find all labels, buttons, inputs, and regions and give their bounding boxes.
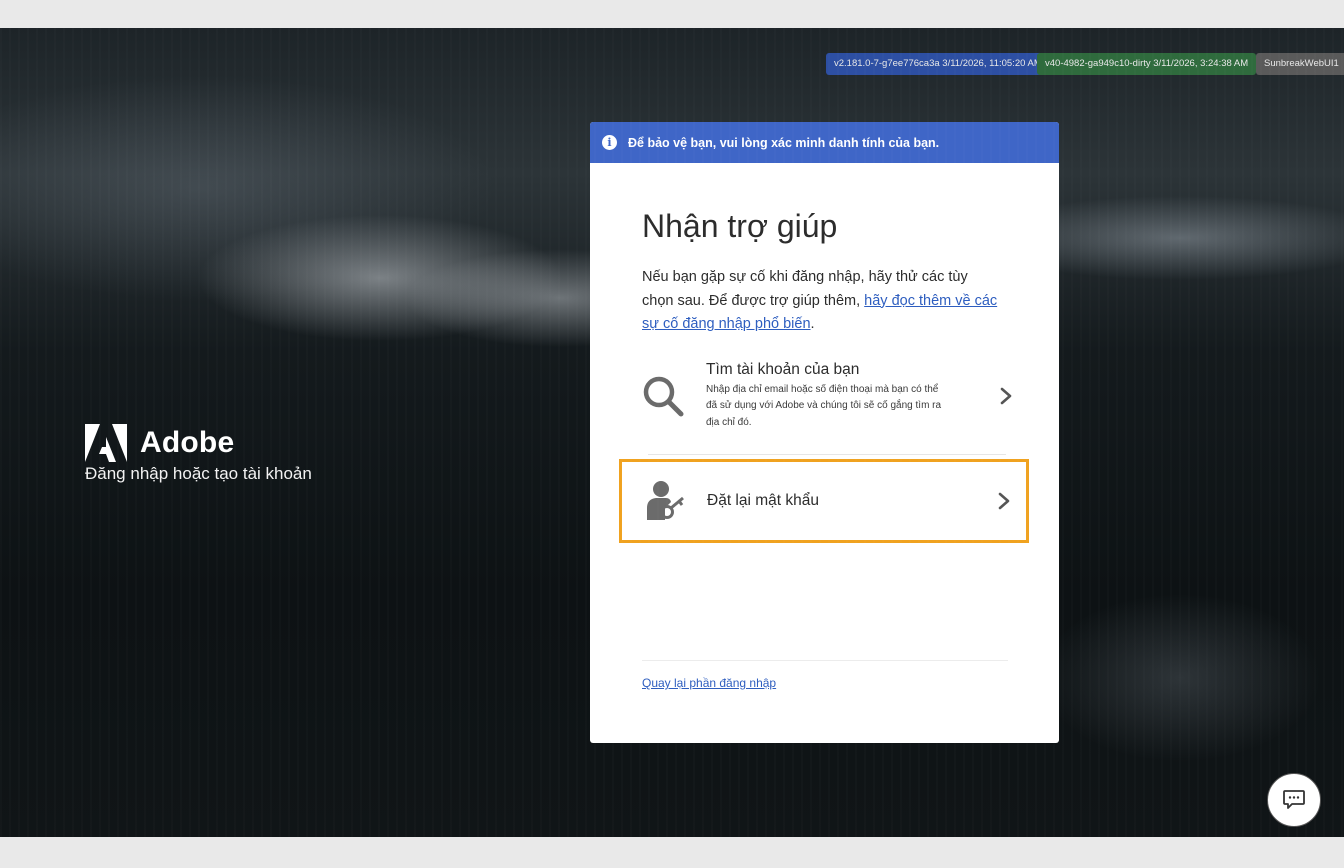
chat-button[interactable] xyxy=(1267,773,1321,827)
reset-password-option[interactable]: Đặt lại mật khẩu xyxy=(619,459,1029,543)
build-version-badge: v2.181.0-7-g7ee776ca3a 3/11/2026, 11:05:… xyxy=(826,53,1050,75)
info-icon: i xyxy=(602,135,617,150)
brand-block: Adobe Đăng nhập hoặc tạo tài khoản xyxy=(85,424,312,484)
reset-password-title: Đặt lại mật khẩu xyxy=(707,492,819,509)
option-divider xyxy=(648,454,1006,455)
find-account-subtitle: Nhập địa chỉ email hoặc số điện thoại mà… xyxy=(706,383,942,428)
environment-badge: SunbreakWebUI1 xyxy=(1256,53,1344,75)
brand-tagline: Đăng nhập hoặc tạo tài khoản xyxy=(85,464,312,483)
chevron-right-icon xyxy=(998,492,1010,510)
search-icon xyxy=(643,376,684,417)
background-stage: v2.181.0-7-g7ee776ca3a 3/11/2026, 11:05:… xyxy=(0,28,1344,837)
user-key-icon xyxy=(647,481,684,520)
chevron-right-icon xyxy=(1000,387,1012,405)
help-description: Nếu bạn gặp sự cố khi đăng nhập, hãy thử… xyxy=(642,266,1002,337)
page-title: Nhận trợ giúp xyxy=(642,208,838,244)
verify-notice-banner: i Để bảo vệ bạn, vui lòng xác minh danh … xyxy=(590,122,1059,163)
build-version-badge-secondary: v40-4982-ga949c10-dirty 3/11/2026, 3:24:… xyxy=(1037,53,1257,75)
find-account-option[interactable]: Tìm tài khoản của bạn Nhập địa chỉ email… xyxy=(642,358,1012,434)
find-account-title: Tìm tài khoản của bạn xyxy=(706,360,860,378)
back-to-sign-in-link[interactable]: Quay lại phần đăng nhập xyxy=(642,676,776,690)
help-description-end: . xyxy=(810,316,815,332)
footer-divider xyxy=(642,660,1008,661)
adobe-logo-icon xyxy=(85,424,127,462)
help-card: i Để bảo vệ bạn, vui lòng xác minh danh … xyxy=(590,122,1059,743)
notice-text: Để bảo vệ bạn, vui lòng xác minh danh tí… xyxy=(628,135,940,150)
chat-bubble-icon xyxy=(1283,790,1305,809)
brand-name: Adobe xyxy=(140,426,235,459)
